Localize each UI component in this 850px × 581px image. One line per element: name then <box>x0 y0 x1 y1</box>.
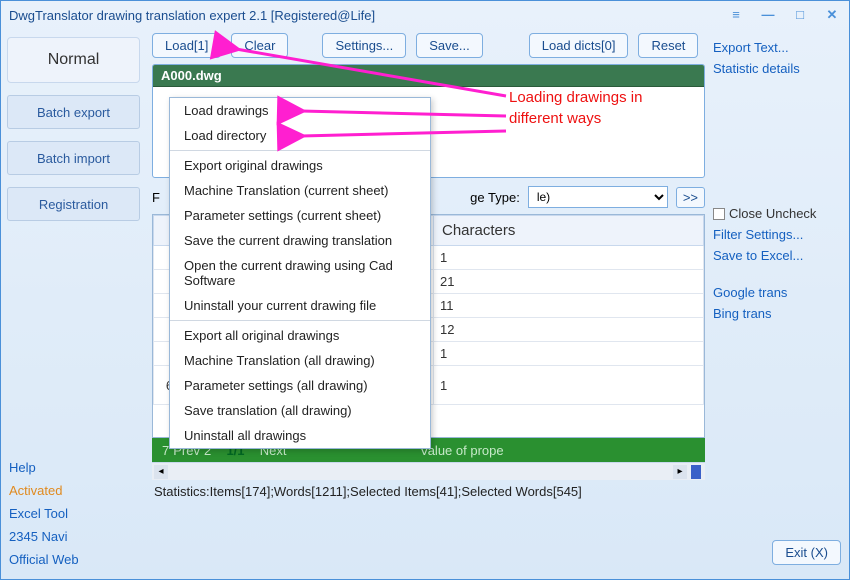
window-title: DwgTranslator drawing translation expert… <box>9 8 375 23</box>
link-google-trans[interactable]: Google trans <box>713 282 841 303</box>
close-icon[interactable]: ✕ <box>823 7 841 23</box>
window-controls: ≡ — □ ✕ <box>727 7 841 23</box>
sidebar-link-official-web[interactable]: Official Web <box>7 548 140 571</box>
maximize-icon[interactable]: □ <box>791 7 809 23</box>
sidebar: Normal Batch export Batch import Registr… <box>1 29 146 579</box>
ctx-uninstall-current[interactable]: Uninstall your current drawing file <box>170 293 430 318</box>
ctx-open-cad[interactable]: Open the current drawing using Cad Softw… <box>170 253 430 293</box>
titlebar: DwgTranslator drawing translation expert… <box>1 1 849 29</box>
link-filter-settings[interactable]: Filter Settings... <box>713 224 841 245</box>
settings-button[interactable]: Settings... <box>322 33 406 58</box>
load-button[interactable]: Load[1] <box>152 33 221 58</box>
file-selected[interactable]: A000.dwg <box>153 65 704 87</box>
sidebar-link-help[interactable]: Help <box>7 456 140 479</box>
sidebar-btn-batch-export[interactable]: Batch export <box>7 95 140 129</box>
link-export-text[interactable]: Export Text... <box>713 37 841 58</box>
sidebar-link-excel-tool[interactable]: Excel Tool <box>7 502 140 525</box>
link-bing-trans[interactable]: Bing trans <box>713 303 841 324</box>
language-select[interactable]: le) <box>528 186 668 208</box>
ctx-uninstall-all[interactable]: Uninstall all drawings <box>170 423 430 448</box>
scroll-thumb[interactable] <box>691 465 701 479</box>
pager-mid-text: Value of prope <box>420 443 504 458</box>
col-characters[interactable]: Characters <box>434 216 704 246</box>
reset-button[interactable]: Reset <box>638 33 698 58</box>
horizontal-scrollbar[interactable]: ◂ ▸ <box>152 462 705 480</box>
profile-badge: Normal <box>7 37 140 83</box>
link-statistic-details[interactable]: Statistic details <box>713 58 841 79</box>
close-uncheck-checkbox[interactable]: Close Uncheck <box>713 203 841 224</box>
context-menu: Load drawings Load directory Export orig… <box>169 97 431 449</box>
ctx-export-original[interactable]: Export original drawings <box>170 153 430 178</box>
minimize-icon[interactable]: — <box>759 7 777 23</box>
scroll-left-icon[interactable]: ◂ <box>154 465 168 479</box>
ctx-params-all[interactable]: Parameter settings (all drawing) <box>170 373 430 398</box>
ctx-export-all[interactable]: Export all original drawings <box>170 323 430 348</box>
right-panel: Export Text... Statistic details Close U… <box>711 29 849 579</box>
statistics-line: Statistics:Items[174];Words[1211];Select… <box>152 480 705 503</box>
ctx-mt-current[interactable]: Machine Translation (current sheet) <box>170 178 430 203</box>
ctx-params-current[interactable]: Parameter settings (current sheet) <box>170 203 430 228</box>
checkbox-icon[interactable] <box>713 208 725 220</box>
language-label: ge Type: <box>470 190 520 205</box>
sidebar-link-activated[interactable]: Activated <box>7 479 140 502</box>
filter-label: F <box>152 190 160 205</box>
toolbar: Load[1] Clear Settings... Save... Load d… <box>152 33 705 58</box>
go-button[interactable]: >> <box>676 187 705 208</box>
ctx-load-directory[interactable]: Load directory <box>170 123 430 148</box>
annotation-text: Loading drawings in different ways <box>509 87 642 129</box>
app-window: DwgTranslator drawing translation expert… <box>0 0 850 580</box>
sidebar-link-2345-navi[interactable]: 2345 Navi <box>7 525 140 548</box>
sidebar-btn-registration[interactable]: Registration <box>7 187 140 221</box>
load-dicts-button[interactable]: Load dicts[0] <box>529 33 629 58</box>
sidebar-btn-batch-import[interactable]: Batch import <box>7 141 140 175</box>
menu-icon[interactable]: ≡ <box>727 7 745 23</box>
exit-button[interactable]: Exit (X) <box>772 540 841 565</box>
ctx-save-all[interactable]: Save translation (all drawing) <box>170 398 430 423</box>
clear-button[interactable]: Clear <box>231 33 288 58</box>
ctx-load-drawings[interactable]: Load drawings <box>170 98 430 123</box>
ctx-separator <box>170 150 430 151</box>
save-button[interactable]: Save... <box>416 33 482 58</box>
ctx-separator <box>170 320 430 321</box>
ctx-mt-all[interactable]: Machine Translation (all drawing) <box>170 348 430 373</box>
ctx-save-current[interactable]: Save the current drawing translation <box>170 228 430 253</box>
scroll-right-icon[interactable]: ▸ <box>673 465 687 479</box>
link-save-excel[interactable]: Save to Excel... <box>713 245 841 266</box>
